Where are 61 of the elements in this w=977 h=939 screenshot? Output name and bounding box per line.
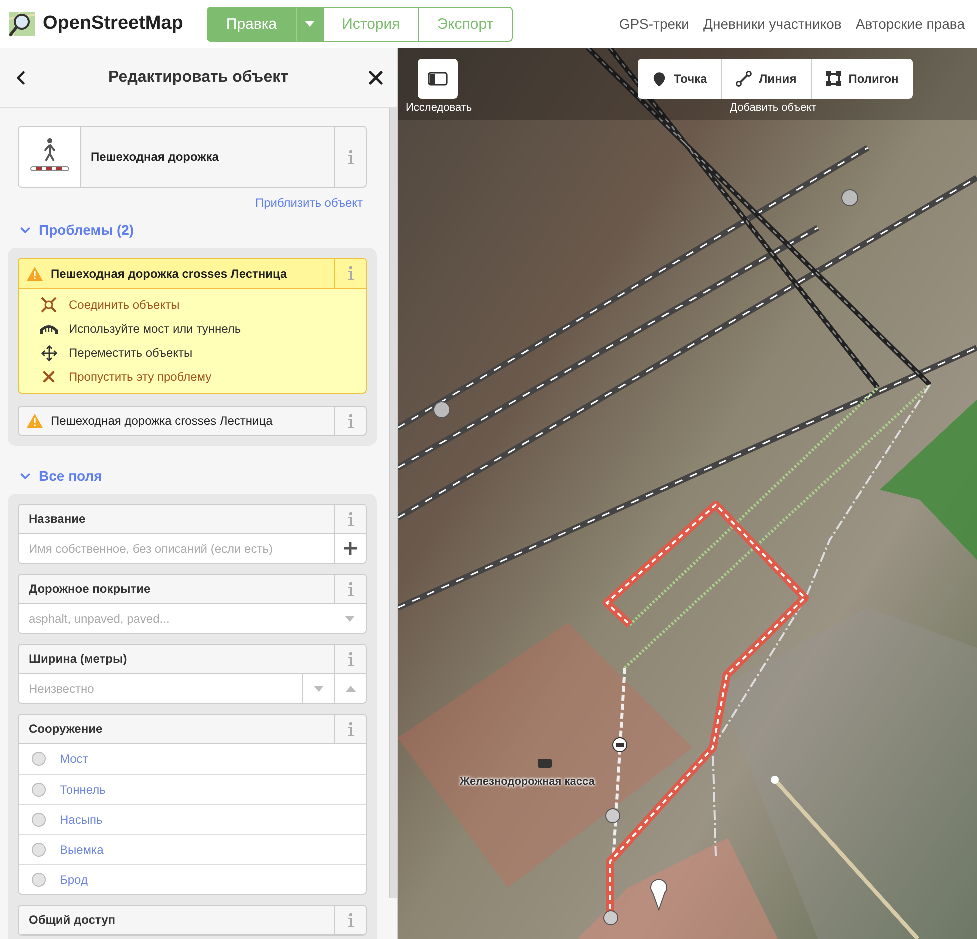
field-label: Сооружение xyxy=(28,721,104,738)
fix-option[interactable]: Пропустить эту проблему xyxy=(39,365,366,389)
fix-option[interactable]: Переместить объекты xyxy=(39,341,366,365)
radio-button[interactable] xyxy=(32,842,46,856)
radio-button[interactable] xyxy=(32,872,46,886)
nav-link[interactable]: GPS-треки xyxy=(619,16,690,32)
info-icon xyxy=(346,266,354,281)
form-field[interactable]: Название Имя собственное, без описаний (если есть) xyxy=(18,504,367,564)
increment-button[interactable] xyxy=(334,674,366,703)
map-magnifier-logo-icon xyxy=(8,9,38,39)
form-field[interactable]: Дорожное покрытие asphalt, unpaved, paved... xyxy=(18,574,367,634)
fix-option[interactable]: Соединить объекты xyxy=(39,293,366,317)
field-label: Дорожное покрытие xyxy=(28,581,152,598)
info-icon xyxy=(346,912,354,928)
field-label: Ширина (метры) xyxy=(28,651,128,668)
scrollbar[interactable] xyxy=(389,108,397,898)
form-field[interactable]: Ширина (метры) Неизвестно xyxy=(18,644,367,704)
caret-icon xyxy=(346,686,356,692)
warning-icon xyxy=(27,414,43,428)
info-icon xyxy=(346,414,354,428)
radio-button[interactable] xyxy=(32,752,46,766)
add-button[interactable] xyxy=(334,534,366,563)
warning-icon xyxy=(27,266,43,280)
panel-title: Редактировать объект xyxy=(108,68,288,86)
map-pin-icon[interactable] xyxy=(650,879,668,910)
caret-icon xyxy=(345,616,355,622)
add-feature-button[interactable]: Полигон xyxy=(810,59,913,99)
info-icon xyxy=(346,150,354,164)
info-icon xyxy=(346,582,354,596)
form-field[interactable]: Сооружение Мост Тоннель Насыпь Выемка Брод xyxy=(18,714,367,895)
sidebar-toggle-icon xyxy=(428,72,448,86)
caret-icon xyxy=(305,21,316,27)
map-label: Железнодорожная касса xyxy=(460,776,595,788)
polygon-icon xyxy=(826,71,842,87)
line-icon xyxy=(736,71,752,87)
issue-message[interactable]: Пешеходная дорожка crosses Лестница xyxy=(19,407,334,435)
info-icon xyxy=(346,512,354,526)
fix-option[interactable]: Используйте мост или туннель xyxy=(39,317,366,341)
connect-icon xyxy=(40,296,58,314)
site-logo-text[interactable]: OpenStreetMap xyxy=(43,13,184,35)
info-icon xyxy=(346,652,354,666)
dropdown-button[interactable] xyxy=(296,6,324,42)
nav-link[interactable]: Дневники участников xyxy=(703,16,842,32)
info-icon xyxy=(346,722,354,736)
field-label: Общий доступ xyxy=(28,912,117,929)
move-icon xyxy=(40,344,58,362)
pin-icon xyxy=(652,72,667,86)
add-feature-button[interactable]: Точка xyxy=(638,59,722,99)
explore-button[interactable] xyxy=(418,59,458,99)
add-feature-button[interactable]: Линия xyxy=(721,59,811,99)
radio-button[interactable] xyxy=(32,812,46,826)
nav-link[interactable]: Авторские права xyxy=(856,16,965,32)
map-vertices[interactable] xyxy=(434,190,858,824)
plus-icon xyxy=(344,542,357,555)
caret-icon xyxy=(314,686,324,692)
form-field[interactable]: Общий доступ xyxy=(18,905,367,936)
explore-caption: Исследовать xyxy=(406,102,472,114)
ticket-icon xyxy=(538,759,552,768)
radio-button[interactable] xyxy=(32,782,46,796)
add-feature-caption: Добавить объект xyxy=(730,102,817,114)
field-label: Название xyxy=(28,511,87,528)
